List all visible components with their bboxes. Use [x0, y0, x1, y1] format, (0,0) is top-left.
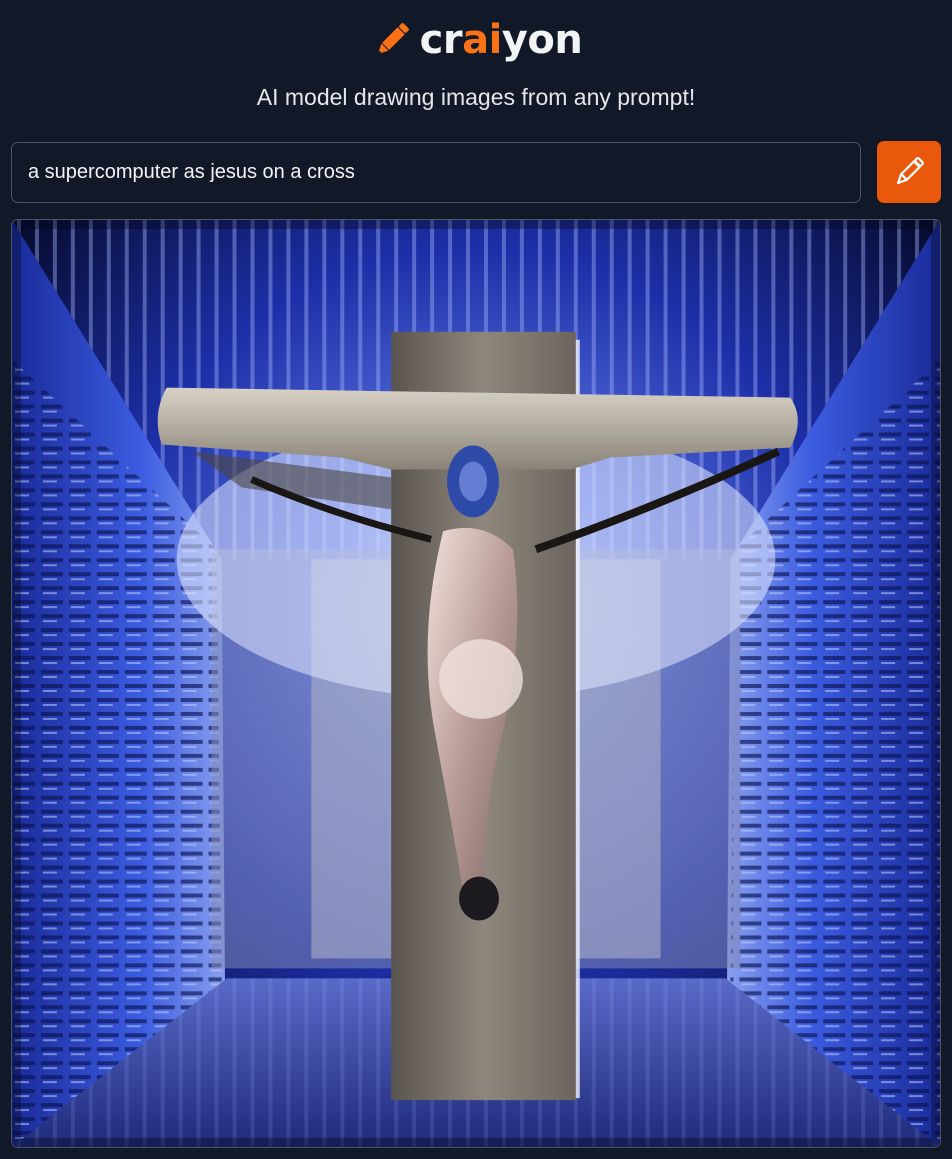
logo-text-part: yon [501, 17, 583, 63]
tagline: AI model drawing images from any prompt! [256, 84, 696, 110]
pencil-icon [896, 157, 924, 185]
generated-image-art [12, 220, 940, 1147]
prompt-input[interactable] [11, 142, 861, 203]
logo-text-part: cr [419, 17, 463, 63]
pencil-icon [377, 23, 409, 55]
generated-image[interactable] [11, 219, 941, 1148]
craiyon-page: craiyon AI model drawing images from any… [0, 0, 952, 1159]
draw-button[interactable] [877, 141, 941, 203]
logo-text-accent: ai [462, 17, 502, 63]
logo[interactable]: craiyon [0, 14, 952, 66]
logo-wordmark: craiyon [420, 20, 583, 60]
